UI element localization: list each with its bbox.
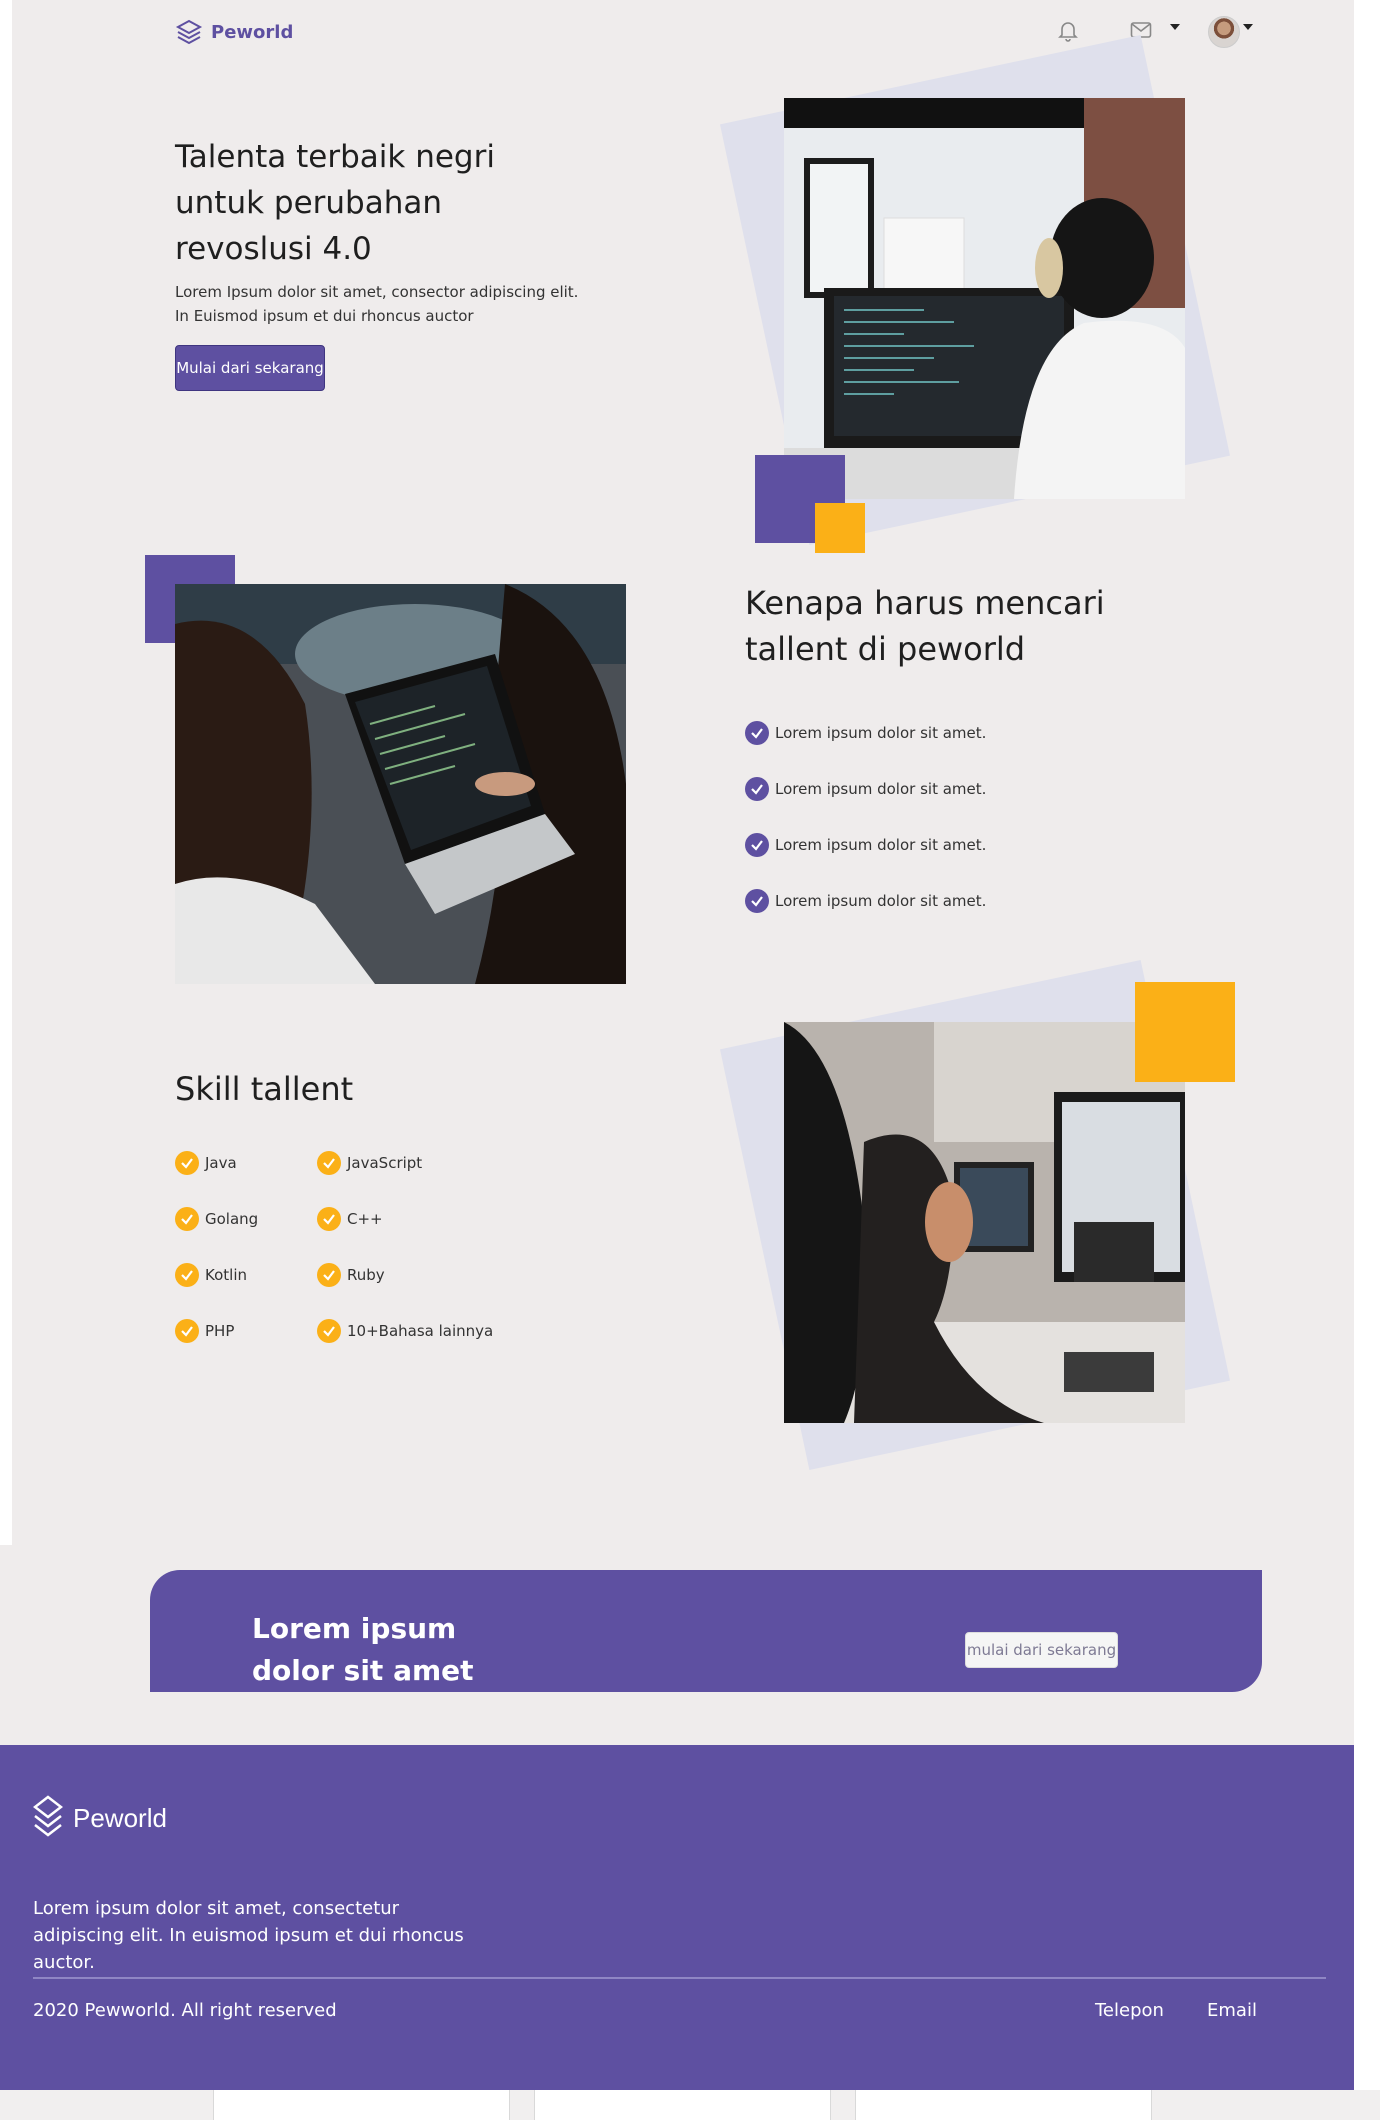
list-item: Lorem ipsum dolor sit amet. bbox=[745, 817, 986, 873]
skill-item-cpp: C++ bbox=[317, 1191, 517, 1247]
brand-name: Peworld bbox=[211, 21, 294, 43]
bottom-card-2 bbox=[534, 2090, 831, 2120]
bottom-card-1 bbox=[213, 2090, 510, 2120]
check-circle-icon bbox=[745, 777, 769, 801]
hero-photo-developer bbox=[784, 98, 1185, 499]
why-list: Lorem ipsum dolor sit amet. Lorem ipsum … bbox=[745, 705, 986, 929]
check-circle-icon bbox=[175, 1207, 199, 1231]
cta-start-button[interactable]: mulai dari sekarang bbox=[965, 1632, 1118, 1668]
check-circle-icon bbox=[317, 1319, 341, 1343]
check-circle-icon bbox=[317, 1207, 341, 1231]
footer-logo[interactable]: Peworld bbox=[33, 1795, 167, 1841]
mail-dropdown-caret-icon[interactable] bbox=[1170, 24, 1180, 30]
skill-item-kotlin: Kotlin bbox=[175, 1247, 317, 1303]
check-circle-icon bbox=[317, 1263, 341, 1287]
skill-title: Skill tallent bbox=[175, 1070, 354, 1108]
women-laptop-photo bbox=[175, 584, 626, 984]
decor-square-yellow-2 bbox=[1135, 982, 1235, 1082]
bottom-card-3 bbox=[855, 2090, 1152, 2120]
user-avatar[interactable] bbox=[1208, 16, 1240, 48]
women-coding-image bbox=[175, 584, 626, 984]
developer-with-headphones-image bbox=[784, 98, 1185, 499]
why-item-text: Lorem ipsum dolor sit amet. bbox=[775, 780, 987, 798]
women-at-computers-image bbox=[784, 1022, 1185, 1423]
skill-item-ruby: Ruby bbox=[317, 1247, 517, 1303]
hero-title: Talenta terbaik negri untuk perubahan re… bbox=[175, 139, 495, 267]
why-item-text: Lorem ipsum dolor sit amet. bbox=[775, 892, 987, 910]
cta-title: Lorem ipsum dolor sit amet bbox=[252, 1612, 474, 1687]
skill-item-java: Java bbox=[175, 1135, 317, 1191]
skill-item-php: PHP bbox=[175, 1303, 317, 1359]
footer: Peworld Lorem ipsum dolor sit amet, cons… bbox=[0, 1745, 1354, 2090]
check-circle-icon bbox=[175, 1151, 199, 1175]
check-circle-icon bbox=[745, 889, 769, 913]
check-circle-icon bbox=[745, 833, 769, 857]
footer-description: Lorem ipsum dolor sit amet, consectetur … bbox=[33, 1898, 464, 1973]
layers-icon bbox=[33, 1795, 63, 1837]
bell-icon[interactable] bbox=[1058, 20, 1078, 42]
list-item: Lorem ipsum dolor sit amet. bbox=[745, 705, 986, 761]
list-item: Lorem ipsum dolor sit amet. bbox=[745, 873, 986, 929]
list-item: Lorem ipsum dolor sit amet. bbox=[745, 761, 986, 817]
why-item-text: Lorem ipsum dolor sit amet. bbox=[775, 836, 987, 854]
layers-icon bbox=[175, 19, 203, 45]
footer-copyright: 2020 Pewworld. All right reserved bbox=[33, 2000, 337, 2021]
start-now-button[interactable]: Mulai dari sekarang bbox=[175, 345, 325, 391]
footer-divider bbox=[33, 1977, 1326, 1979]
skill-item-other-languages: 10+Bahasa lainnya bbox=[317, 1303, 517, 1359]
check-circle-icon bbox=[175, 1263, 199, 1287]
check-circle-icon bbox=[175, 1319, 199, 1343]
footer-link-email[interactable]: Email bbox=[1207, 2000, 1257, 2021]
profile-dropdown-caret-icon[interactable] bbox=[1243, 24, 1253, 30]
check-circle-icon bbox=[745, 721, 769, 745]
skill-item-golang: Golang bbox=[175, 1191, 317, 1247]
nav-logo[interactable]: Peworld bbox=[175, 18, 293, 46]
footer-brand-name: Peworld bbox=[73, 1802, 167, 1833]
why-item-text: Lorem ipsum dolor sit amet. bbox=[775, 724, 987, 742]
decor-square-yellow bbox=[815, 503, 865, 553]
why-title: Kenapa harus mencari tallent di peworld bbox=[745, 584, 1105, 668]
skill-grid: Java JavaScript Golang C++ Kotlin Ruby P… bbox=[175, 1135, 517, 1359]
hero-subtitle: Lorem Ipsum dolor sit amet, consector ad… bbox=[175, 283, 579, 325]
footer-link-telepon[interactable]: Telepon bbox=[1095, 2000, 1164, 2021]
skill-item-javascript: JavaScript bbox=[317, 1135, 517, 1191]
check-circle-icon bbox=[317, 1151, 341, 1175]
cta-banner: Lorem ipsum dolor sit amet mulai dari se… bbox=[150, 1570, 1262, 1692]
office-photo bbox=[784, 1022, 1185, 1423]
